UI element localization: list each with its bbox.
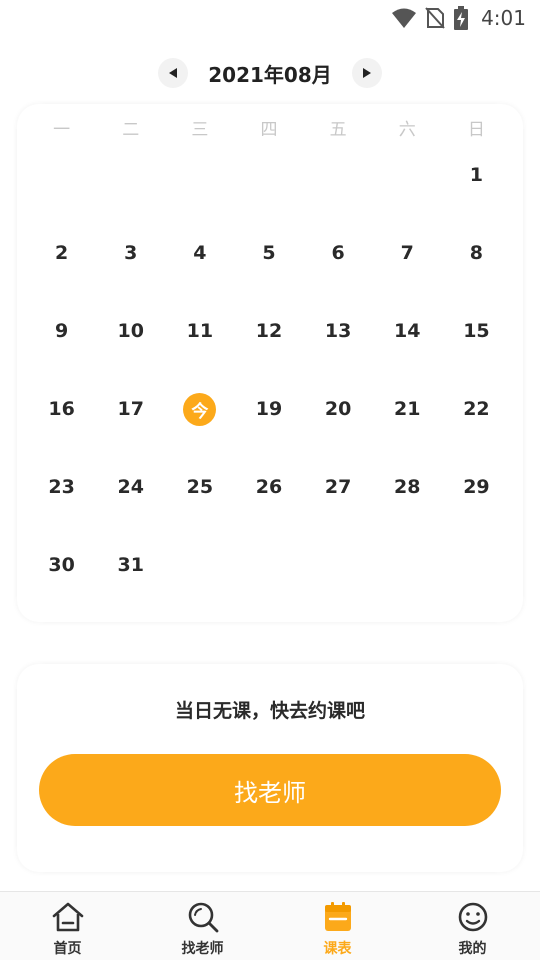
day-cell[interactable]: 15: [442, 292, 511, 370]
empty-day-cell: [304, 136, 373, 214]
empty-day-cell: [234, 136, 303, 214]
day-cell[interactable]: 31: [96, 526, 165, 604]
empty-day-cell: [96, 136, 165, 214]
month-label: 2021年08月: [208, 62, 332, 87]
day-cell[interactable]: 27: [304, 448, 373, 526]
next-month-button[interactable]: [351, 58, 382, 88]
day-cell[interactable]: 28: [373, 448, 442, 526]
today-marker: 今: [183, 392, 217, 426]
today-day-cell[interactable]: 今: [165, 370, 234, 448]
days-grid: 1 2 3 4 5 6 7 8 9 10 11 12 13 14 15 16 1…: [27, 136, 511, 604]
day-cell[interactable]: 13: [304, 292, 373, 370]
find-teacher-button[interactable]: 找老师: [39, 754, 501, 826]
day-cell[interactable]: 21: [373, 370, 442, 448]
month-selector: 2021年08月: [0, 56, 540, 90]
prev-month-button[interactable]: [158, 58, 189, 88]
day-cell[interactable]: 25: [165, 448, 234, 526]
day-cell[interactable]: 2: [27, 214, 96, 292]
day-cell[interactable]: 10: [96, 292, 165, 370]
bottom-nav: 首页 找老师 课表 我的: [0, 891, 540, 960]
nav-label: 我的: [458, 941, 487, 957]
nav-item-mine[interactable]: 我的: [405, 892, 540, 960]
status-bar: 4:01: [0, 0, 540, 36]
nav-item-find-teacher[interactable]: 找老师: [135, 892, 270, 960]
day-cell[interactable]: 29: [442, 448, 511, 526]
day-cell[interactable]: 7: [373, 214, 442, 292]
status-time: 4:01: [481, 6, 526, 30]
day-cell[interactable]: 1: [442, 136, 511, 214]
day-cell[interactable]: 20: [304, 370, 373, 448]
nav-label: 课表: [323, 941, 352, 957]
no-sim-icon: [425, 7, 445, 29]
day-cell[interactable]: 9: [27, 292, 96, 370]
day-cell[interactable]: 19: [234, 370, 303, 448]
calendar-icon: [321, 900, 355, 934]
triangle-left-icon: [169, 68, 178, 78]
nav-item-home[interactable]: 首页: [0, 892, 135, 960]
home-icon: [51, 900, 85, 934]
day-cell[interactable]: 23: [27, 448, 96, 526]
empty-day-cell: [165, 136, 234, 214]
day-cell[interactable]: 24: [96, 448, 165, 526]
day-cell[interactable]: 3: [96, 214, 165, 292]
day-cell[interactable]: 5: [234, 214, 303, 292]
day-cell[interactable]: 6: [304, 214, 373, 292]
triangle-right-icon: [362, 68, 371, 78]
no-class-message: 当日无课，快去约课吧: [174, 700, 365, 722]
day-cell[interactable]: 22: [442, 370, 511, 448]
day-cell[interactable]: 16: [27, 370, 96, 448]
day-cell[interactable]: 12: [234, 292, 303, 370]
empty-schedule-card: 当日无课，快去约课吧 找老师: [17, 664, 523, 872]
empty-day-cell: [27, 136, 96, 214]
battery-charging-icon: [454, 6, 469, 30]
day-cell[interactable]: 11: [165, 292, 234, 370]
day-cell[interactable]: 26: [234, 448, 303, 526]
nav-item-schedule[interactable]: 课表: [270, 892, 405, 960]
day-cell[interactable]: 8: [442, 214, 511, 292]
empty-day-cell: [373, 136, 442, 214]
wifi-icon: [392, 8, 417, 28]
nav-label: 找老师: [181, 941, 224, 957]
smiley-icon: [456, 900, 490, 934]
day-cell[interactable]: 30: [27, 526, 96, 604]
calendar-card: 一 二 三 四 五 六 日 1 2 3 4 5 6 7 8 9 10 11 12…: [17, 104, 523, 622]
day-cell[interactable]: 17: [96, 370, 165, 448]
search-icon: [186, 900, 220, 934]
day-cell[interactable]: 14: [373, 292, 442, 370]
day-cell[interactable]: 4: [165, 214, 234, 292]
nav-label: 首页: [53, 941, 82, 957]
